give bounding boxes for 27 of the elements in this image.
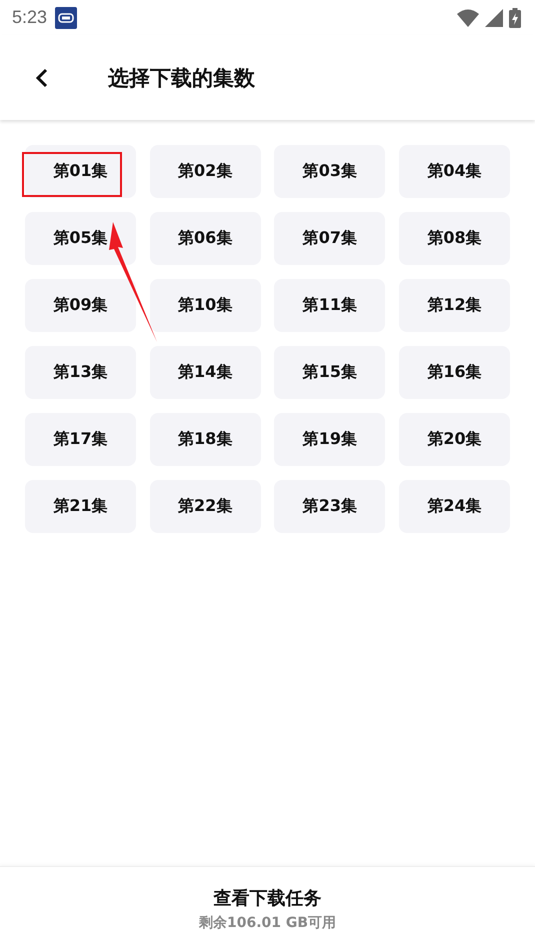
episode-button[interactable]: 第24集	[399, 480, 510, 533]
episode-button[interactable]: 第21集	[25, 480, 136, 533]
episode-button[interactable]: 第17集	[25, 413, 136, 466]
storage-text: 剩余106.01 GB可用	[198, 914, 336, 932]
episode-button[interactable]: 第04集	[399, 145, 510, 198]
episode-button[interactable]: 第12集	[399, 279, 510, 332]
episode-button[interactable]: 第11集	[274, 279, 386, 332]
episode-button[interactable]: 第14集	[150, 346, 261, 399]
episode-button[interactable]: 第22集	[150, 480, 261, 533]
episode-button[interactable]: 第15集	[274, 346, 386, 399]
episode-button[interactable]: 第06集	[150, 212, 261, 265]
episode-button[interactable]: 第10集	[150, 279, 261, 332]
episode-button[interactable]: 第05集	[25, 212, 136, 265]
episode-button[interactable]: 第03集	[274, 145, 386, 198]
episode-button[interactable]: 第16集	[399, 346, 510, 399]
episode-button[interactable]: 第13集	[25, 346, 136, 399]
episode-button[interactable]: 第09集	[25, 279, 136, 332]
status-time: 5:23	[12, 7, 48, 28]
episode-button[interactable]: 第07集	[274, 212, 386, 265]
episode-button[interactable]: 第19集	[274, 413, 386, 466]
episode-button[interactable]: 第02集	[150, 145, 261, 198]
download-tasks-button[interactable]: 查看下载任务	[214, 886, 322, 910]
episode-button[interactable]: 第23集	[274, 480, 386, 533]
page-title: 选择下载的集数	[108, 64, 255, 92]
episode-button[interactable]: 第18集	[150, 413, 261, 466]
episode-button[interactable]: 第08集	[399, 212, 510, 265]
episode-button[interactable]: 第20集	[399, 413, 510, 466]
